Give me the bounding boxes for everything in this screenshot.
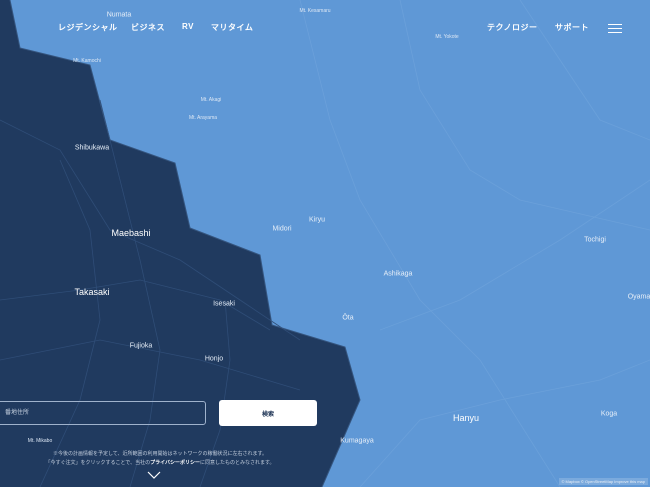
disclaimer-prefix: 「今すぐ注文」をクリックすることで、当社の bbox=[45, 460, 151, 466]
search-button[interactable]: 検索 bbox=[219, 400, 317, 426]
map-label: Midori bbox=[272, 225, 292, 233]
map-label: Isesaki bbox=[213, 300, 235, 308]
map-label: Maebashi bbox=[111, 228, 151, 238]
disclaimer-suffix: に同意したものとみなされます。 bbox=[200, 460, 275, 466]
map-label: Shibukawa bbox=[74, 144, 110, 152]
map-label: Mt. Akagi bbox=[200, 97, 222, 103]
map-label: Honjo bbox=[204, 355, 224, 363]
chevron-down-icon[interactable] bbox=[147, 470, 161, 480]
map-label: Oyama bbox=[627, 293, 650, 301]
map-label: Mt. Mikabo bbox=[27, 438, 53, 444]
map-label: Kumagaya bbox=[340, 437, 374, 445]
hamburger-menu-icon[interactable] bbox=[608, 23, 622, 35]
map-label: Numata bbox=[106, 11, 132, 19]
map-attribution[interactable]: © Mapbox © OpenStreetMap Improve this ma… bbox=[558, 478, 648, 485]
map-label: Mt. Kesamaru bbox=[299, 8, 331, 14]
map-label: Ashikaga bbox=[383, 270, 413, 278]
map-label: Mt. Kamochi bbox=[73, 58, 101, 64]
nav-rv[interactable]: RV bbox=[182, 22, 194, 31]
map-label: Kiryu bbox=[309, 216, 325, 224]
address-search: 検索 bbox=[0, 400, 650, 428]
map-label: Ōta bbox=[342, 314, 354, 322]
nav-support[interactable]: サポート bbox=[555, 22, 589, 33]
address-input[interactable] bbox=[0, 401, 206, 425]
disclaimer-line-2: 「今すぐ注文」をクリックすることで、当社のプライバシーポリシーに同意したものとみ… bbox=[0, 459, 320, 467]
top-nav: レジデンシャル ビジネス RV マリタイム テクノロジー サポート bbox=[0, 22, 650, 36]
map-label: Takasaki bbox=[74, 287, 110, 297]
map-label: Tochigi bbox=[584, 236, 606, 244]
disclaimer-line-1: ※今後の計画情報を予定して、近所範囲の利用開始はネットワークの稼働状況に左右され… bbox=[52, 451, 268, 457]
map-label: Mt. Arayama bbox=[188, 115, 218, 121]
nav-technology[interactable]: テクノロジー bbox=[487, 22, 538, 33]
map-label: Fujioka bbox=[129, 342, 153, 350]
nav-maritime[interactable]: マリタイム bbox=[211, 22, 253, 33]
nav-business[interactable]: ビジネス bbox=[131, 22, 165, 33]
nav-residential[interactable]: レジデンシャル bbox=[58, 22, 118, 33]
privacy-policy-link[interactable]: プライバシーポリシー bbox=[150, 460, 200, 466]
